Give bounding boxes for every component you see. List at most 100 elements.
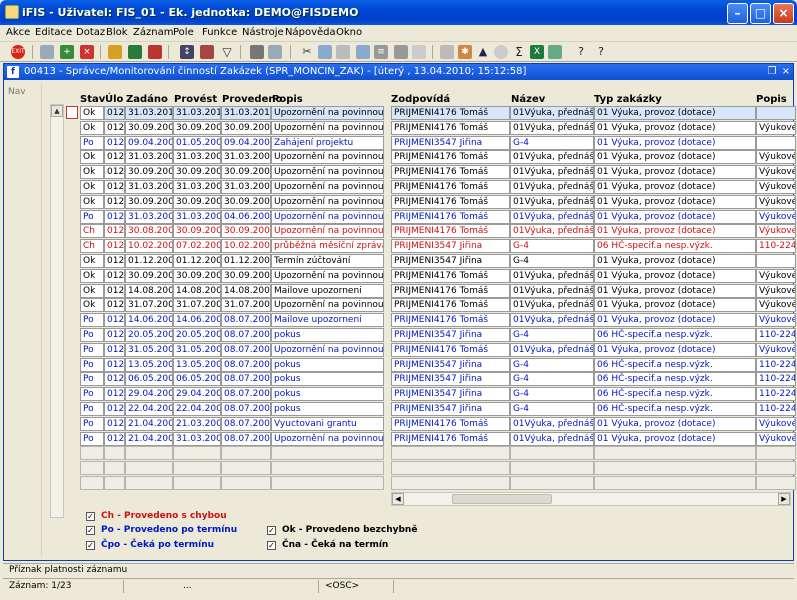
help-context-icon[interactable]: ? bbox=[574, 45, 588, 59]
table-row[interactable]: Po01231.03.200731.03.200704.06.2007Upozo… bbox=[80, 209, 796, 224]
cell-ulo[interactable]: 012 bbox=[104, 180, 125, 194]
scroll-thumb[interactable] bbox=[452, 494, 552, 504]
cell-typ[interactable]: 06 HČ-specif.a nesp.výzk. bbox=[594, 328, 756, 342]
cell-popis2[interactable] bbox=[756, 106, 796, 120]
cell-ulo[interactable]: 012 bbox=[104, 135, 125, 150]
cell-ulo[interactable]: 012 bbox=[104, 106, 125, 120]
cell-provedeno[interactable]: 10.02.2006 bbox=[221, 239, 271, 254]
cell-zadano[interactable]: 21.04.2005 bbox=[125, 431, 173, 446]
cell-provedeno[interactable] bbox=[221, 461, 271, 476]
cell-nazev[interactable]: 01Výuka, přednášky, bbox=[510, 416, 594, 431]
cell-popis2[interactable]: Výukové bbox=[756, 313, 796, 328]
cell-popis2[interactable]: Výukové bbox=[756, 150, 796, 165]
cell-provest[interactable]: 22.04.2005 bbox=[173, 402, 221, 416]
menu-pole[interactable]: Pole bbox=[173, 27, 194, 38]
cell-ulo[interactable]: 012 bbox=[104, 313, 125, 328]
cell-provedeno[interactable]: 08.07.2005 bbox=[221, 357, 271, 372]
cell-ulo[interactable]: 012 bbox=[104, 194, 125, 209]
cell-ulo[interactable] bbox=[104, 461, 125, 476]
copy-icon[interactable] bbox=[318, 45, 332, 59]
close-button[interactable]: × bbox=[773, 3, 794, 24]
cell-popis[interactable]: Upozornění na povinnou kont bbox=[271, 342, 384, 357]
cell-ulo[interactable]: 012 bbox=[104, 239, 125, 254]
cell-stav[interactable]: Po bbox=[80, 387, 104, 402]
cell-nazev[interactable]: G-4 bbox=[510, 254, 594, 268]
cell-provest[interactable]: 31.03.2007 bbox=[173, 209, 221, 224]
cell-stav[interactable]: Ok bbox=[80, 254, 104, 268]
table-row[interactable]: Po01206.05.200506.05.200508.07.2005pokus… bbox=[80, 372, 796, 387]
cell-zodpovida[interactable]: PRIJMENI4176 Tomáš bbox=[391, 120, 510, 135]
cell-typ[interactable]: 01 Výuka, provoz (dotace) bbox=[594, 268, 756, 283]
menu-dotaz[interactable]: Dotaz bbox=[76, 27, 105, 38]
cell-nazev[interactable]: 01Výuka, přednášky, bbox=[510, 298, 594, 313]
cell-zodpovida[interactable]: PRIJMENI4176 Tomáš bbox=[391, 209, 510, 224]
cell-stav[interactable] bbox=[80, 476, 104, 490]
table-row[interactable]: Po01221.04.200521.03.200508.07.2005Vyuct… bbox=[80, 416, 796, 431]
table-row[interactable]: Po01209.04.200901.05.200509.04.2009Zaháj… bbox=[80, 135, 796, 150]
cell-stav[interactable]: Ok bbox=[80, 283, 104, 298]
cell-provest[interactable]: 14.08.2005 bbox=[173, 283, 221, 298]
cell-stav[interactable]: Po bbox=[80, 372, 104, 387]
cell-provest[interactable]: 06.05.2005 bbox=[173, 372, 221, 387]
cell-zodpovida[interactable]: PRIJMENI4176 Tomáš bbox=[391, 106, 510, 120]
cell-provedeno[interactable]: 30.09.2006 bbox=[221, 224, 271, 239]
cell-nazev[interactable] bbox=[510, 461, 594, 476]
table-icon[interactable] bbox=[440, 45, 454, 59]
cell-ulo[interactable]: 012 bbox=[104, 416, 125, 431]
cell-popis[interactable]: Upozornění na povinnou kont bbox=[271, 268, 384, 283]
cell-provest[interactable]: 31.07.2005 bbox=[173, 298, 221, 313]
cell-typ[interactable]: 01 Výuka, provoz (dotace) bbox=[594, 180, 756, 194]
scroll-right-icon[interactable]: ▶ bbox=[778, 493, 790, 505]
cell-provest[interactable]: 30.09.2006 bbox=[173, 224, 221, 239]
cell-zodpovida[interactable]: PRIJMENI4176 Tomáš bbox=[391, 313, 510, 328]
cell-zadano[interactable]: 30.09.2005 bbox=[125, 268, 173, 283]
print-icon[interactable] bbox=[250, 45, 264, 59]
cell-stav[interactable]: Ch bbox=[80, 224, 104, 239]
cell-ulo[interactable]: 012 bbox=[104, 372, 125, 387]
cell-typ[interactable]: 01 Výuka, provoz (dotace) bbox=[594, 120, 756, 135]
legend-checkbox-cpo[interactable]: ✓ bbox=[86, 541, 95, 550]
maximize-button[interactable]: □ bbox=[750, 3, 771, 24]
restore-icon[interactable]: ❐ bbox=[766, 65, 778, 78]
cell-popis2[interactable]: Výukové bbox=[756, 268, 796, 283]
cell-nazev[interactable]: 01Výuka, přednášky, bbox=[510, 342, 594, 357]
cell-provest[interactable] bbox=[173, 461, 221, 476]
cell-ulo[interactable]: 012 bbox=[104, 150, 125, 165]
cell-popis2[interactable] bbox=[756, 254, 796, 268]
cell-provest[interactable]: 31.05.2005 bbox=[173, 342, 221, 357]
cell-provedeno[interactable]: 08.07.2005 bbox=[221, 402, 271, 416]
cell-ulo[interactable]: 012 bbox=[104, 328, 125, 342]
paste-icon[interactable] bbox=[336, 45, 350, 59]
query-execute-icon[interactable] bbox=[128, 45, 142, 59]
cell-provedeno[interactable]: 08.07.2005 bbox=[221, 342, 271, 357]
cell-provedeno[interactable]: 08.07.2005 bbox=[221, 372, 271, 387]
menu-zaznam[interactable]: Záznam bbox=[133, 27, 173, 38]
cell-ulo[interactable]: 012 bbox=[104, 120, 125, 135]
cell-zadano[interactable] bbox=[125, 476, 173, 490]
cell-provest[interactable]: 31.03.2010 bbox=[173, 106, 221, 120]
cell-zadano[interactable]: 30.09.2008 bbox=[125, 165, 173, 180]
cell-zodpovida[interactable] bbox=[391, 476, 510, 490]
cell-zadano[interactable]: 31.03.2007 bbox=[125, 209, 173, 224]
cell-provest[interactable]: 14.06.2005 bbox=[173, 313, 221, 328]
table-row[interactable]: Ok01231.03.200931.03.200931.03.2009Upozo… bbox=[80, 150, 796, 165]
cell-zodpovida[interactable]: PRIJMENI4176 Tomáš bbox=[391, 224, 510, 239]
cell-typ[interactable]: 06 HČ-specif.a nesp.výzk. bbox=[594, 402, 756, 416]
menu-napoveda[interactable]: Nápověda bbox=[285, 27, 336, 38]
cell-zadano[interactable]: 22.04.2005 bbox=[125, 402, 173, 416]
table-row[interactable]: Ok01201.12.200501.12.200501.12.2005Termí… bbox=[80, 254, 796, 268]
cell-typ[interactable]: 01 Výuka, provoz (dotace) bbox=[594, 150, 756, 165]
cell-provedeno[interactable]: 04.06.2007 bbox=[221, 209, 271, 224]
cell-popis[interactable]: pokus bbox=[271, 402, 384, 416]
cell-zadano[interactable] bbox=[125, 446, 173, 461]
cell-popis[interactable]: Upozornění na povinnou kont bbox=[271, 298, 384, 313]
table-row[interactable]: Po01213.05.200513.05.200508.07.2005pokus… bbox=[80, 357, 796, 372]
clock-icon[interactable] bbox=[494, 45, 508, 59]
cell-zadano[interactable] bbox=[125, 461, 173, 476]
cell-provest[interactable]: 13.05.2005 bbox=[173, 357, 221, 372]
cell-ulo[interactable]: 012 bbox=[104, 431, 125, 446]
cell-ulo[interactable]: 012 bbox=[104, 283, 125, 298]
table-row[interactable]: Ch01210.02.200607.02.200610.02.2006průbě… bbox=[80, 239, 796, 254]
cell-nazev[interactable]: G-4 bbox=[510, 135, 594, 150]
search-icon[interactable] bbox=[356, 45, 370, 59]
